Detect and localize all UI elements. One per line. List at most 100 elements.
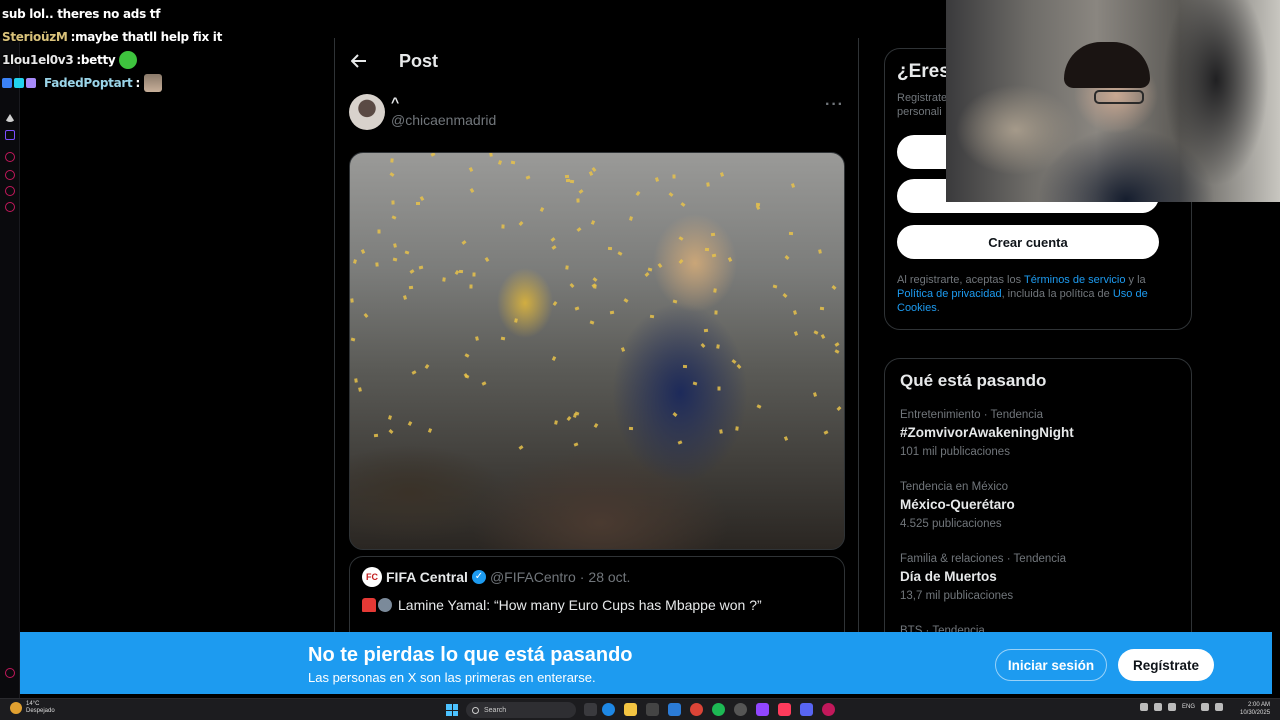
confetti-piece: [678, 236, 684, 241]
confetti-piece: [574, 306, 580, 311]
music-icon[interactable]: [778, 703, 791, 716]
sidebar-history-icon[interactable]: [5, 170, 15, 180]
confetti-piece: [607, 246, 613, 251]
legal-notice: Al registrarte, aceptas los Términos de …: [897, 273, 1177, 315]
confetti-piece: [620, 347, 626, 352]
chat-username: 1lou1el0v3: [2, 52, 74, 67]
discord-icon[interactable]: [800, 703, 813, 716]
confetti-piece: [784, 255, 790, 260]
confetti-piece: [617, 251, 623, 256]
chevron-up-icon[interactable]: [1140, 703, 1148, 711]
sidebar-chat-icon[interactable]: [5, 186, 15, 196]
back-arrow-icon[interactable]: [349, 51, 369, 71]
confetti-piece: [469, 284, 473, 289]
chat-badge-icon: [2, 77, 12, 88]
system-tray: ENG: [1140, 703, 1224, 711]
confetti-piece: [510, 160, 516, 165]
taskbar: 14°C Despejado Search ENG 2:00 AM 10/30/…: [0, 698, 1280, 720]
chrome-icon[interactable]: [690, 703, 703, 716]
confetti-piece: [823, 430, 829, 435]
sidebar-home-icon[interactable]: [5, 114, 15, 122]
twitch-icon[interactable]: [756, 703, 769, 716]
quote-author-handle: @FIFACentro: [489, 569, 576, 585]
register-button[interactable]: Regístrate: [1118, 649, 1214, 681]
trend-item[interactable]: Entretenimiento · Tendencia #ZomvivorAwa…: [900, 409, 1176, 481]
taskbar-search[interactable]: Search: [466, 702, 576, 718]
confetti-piece: [793, 310, 797, 315]
confetti-piece: [654, 177, 660, 182]
confetti-piece: [551, 356, 557, 361]
language-indicator[interactable]: ENG: [1182, 704, 1195, 710]
confetti-piece: [588, 171, 594, 176]
avatar[interactable]: [349, 94, 385, 130]
clock[interactable]: 2:00 AM 10/30/2025: [1240, 701, 1270, 717]
confetti-piece: [419, 196, 425, 201]
opera-icon[interactable]: [822, 703, 835, 716]
privacy-link[interactable]: Política de privacidad: [897, 288, 1002, 300]
store-icon[interactable]: [646, 703, 659, 716]
quote-body: Lamine Yamal: “How many Euro Cups has Mb…: [362, 597, 832, 613]
confetti-piece: [578, 189, 584, 194]
more-options-icon[interactable]: ···: [825, 96, 844, 114]
trend-item[interactable]: Familia & relaciones · Tendencia Día de …: [900, 553, 1176, 625]
windows-start-icon[interactable]: [446, 704, 458, 716]
confetti-piece: [719, 429, 723, 434]
confetti-piece: [756, 404, 762, 409]
confetti-piece: [736, 364, 742, 369]
spotify-icon[interactable]: [712, 703, 725, 716]
author-handle[interactable]: @chicaenmadrid: [391, 112, 496, 128]
confetti-piece: [813, 330, 819, 335]
sidebar-bottom-icon[interactable]: [5, 668, 15, 678]
confetti-piece: [677, 440, 683, 445]
confetti-piece: [500, 336, 506, 341]
volume-icon[interactable]: [1215, 703, 1224, 711]
trend-item[interactable]: Tendencia en México México-Querétaro 4.5…: [900, 481, 1176, 553]
confetti-piece: [793, 331, 799, 336]
trend-count: 13,7 mil publicaciones: [900, 590, 1014, 602]
legal-text: y la: [1125, 274, 1146, 286]
edge-icon[interactable]: [602, 703, 615, 716]
sidebar-record-icon[interactable]: [5, 152, 15, 162]
confetti-piece: [703, 328, 709, 333]
confetti-piece: [834, 349, 840, 354]
confetti-piece: [818, 249, 822, 254]
confetti-piece: [501, 224, 505, 229]
confetti-piece: [573, 442, 579, 447]
task-view-icon[interactable]: [584, 703, 597, 716]
banner-title: No te pierdas lo que está pasando: [308, 644, 633, 666]
sidebar-settings-icon[interactable]: [5, 202, 15, 212]
author-name[interactable]: ^: [391, 94, 496, 110]
verified-badge-icon: ✓: [471, 570, 486, 584]
confetti-piece: [672, 174, 676, 179]
trend-category: Familia & relaciones · Tendencia: [900, 553, 1066, 565]
trend-name: Día de Muertos: [900, 569, 997, 584]
confetti-piece: [427, 428, 433, 433]
confetti-piece: [461, 240, 467, 245]
quote-header: FC FIFA Central ✓ @FIFACentro · 28 oct.: [362, 567, 832, 587]
confetti-piece: [565, 178, 571, 183]
sidebar-twitch-icon[interactable]: [5, 130, 15, 140]
file-explorer-icon[interactable]: [624, 703, 637, 716]
confetti-piece: [468, 167, 474, 172]
chat-emote-icon: [143, 73, 162, 92]
confetti-piece: [416, 202, 420, 205]
cloud-icon[interactable]: [1154, 703, 1162, 711]
github-icon[interactable]: [734, 703, 747, 716]
weather-widget[interactable]: 14°C Despejado: [10, 701, 55, 715]
confetti-piece: [481, 381, 487, 386]
mic-icon[interactable]: [1168, 703, 1176, 711]
post-image[interactable]: [349, 152, 845, 550]
confetti-piece: [407, 421, 413, 426]
post-column: Post ^ @chicaenmadrid ··· FC FIFA Centra…: [334, 38, 859, 646]
wifi-icon[interactable]: [1201, 703, 1210, 711]
confetti-piece: [403, 295, 407, 300]
mail-icon[interactable]: [668, 703, 681, 716]
search-label: Search: [484, 706, 507, 714]
login-button[interactable]: Iniciar sesión: [995, 649, 1107, 681]
terms-link[interactable]: Términos de servicio: [1024, 274, 1125, 286]
confetti-piece: [788, 231, 794, 236]
confetti-piece: [392, 257, 398, 262]
chat-emote-icon: [119, 50, 138, 69]
create-account-button[interactable]: Crear cuenta: [897, 225, 1159, 259]
streamer-webcam: [946, 0, 1280, 202]
